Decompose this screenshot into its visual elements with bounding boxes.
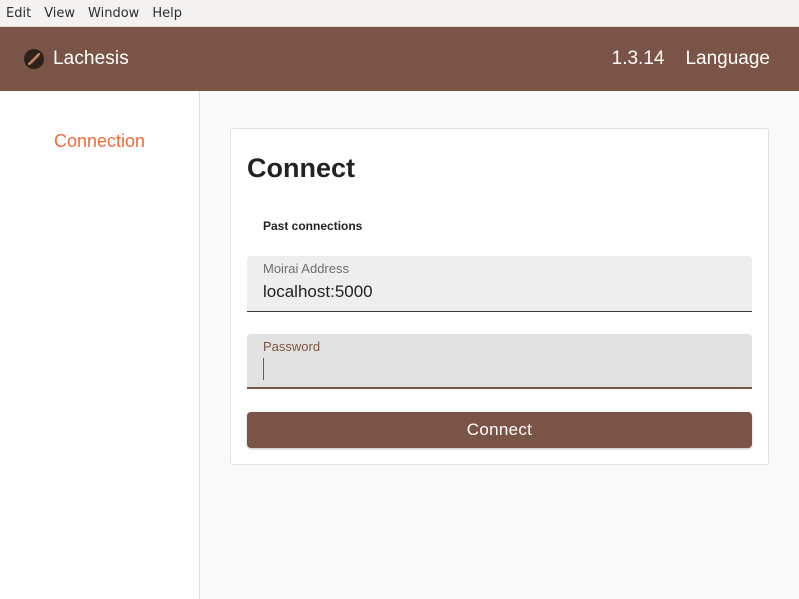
app-header: Lachesis 1.3.14 Language: [0, 27, 799, 91]
past-connections-toggle[interactable]: Past connections: [263, 219, 362, 233]
password-input[interactable]: [263, 358, 733, 382]
lachesis-logo-icon: [24, 49, 44, 69]
app-version: 1.3.14: [611, 48, 665, 69]
moirai-address-input[interactable]: [263, 280, 733, 304]
moirai-address-field[interactable]: Moirai Address: [247, 256, 752, 312]
connect-card: Connect Past connections Moirai Address …: [230, 128, 769, 465]
menu-help[interactable]: Help: [152, 0, 182, 27]
moirai-address-label: Moirai Address: [263, 261, 349, 276]
card-title: Connect: [247, 153, 355, 183]
menu-edit[interactable]: Edit: [6, 0, 31, 27]
app-menubar: Edit View Window Help: [0, 0, 799, 27]
app-title: Lachesis: [53, 48, 129, 69]
menu-view[interactable]: View: [44, 0, 75, 27]
password-label: Password: [263, 339, 321, 354]
language-button[interactable]: Language: [685, 48, 770, 70]
connect-button[interactable]: Connect: [247, 412, 752, 448]
sidebar: Connection: [0, 91, 200, 599]
sidebar-item-connection[interactable]: Connection: [0, 131, 199, 152]
menu-window[interactable]: Window: [88, 0, 139, 27]
password-field[interactable]: Password: [247, 334, 752, 389]
